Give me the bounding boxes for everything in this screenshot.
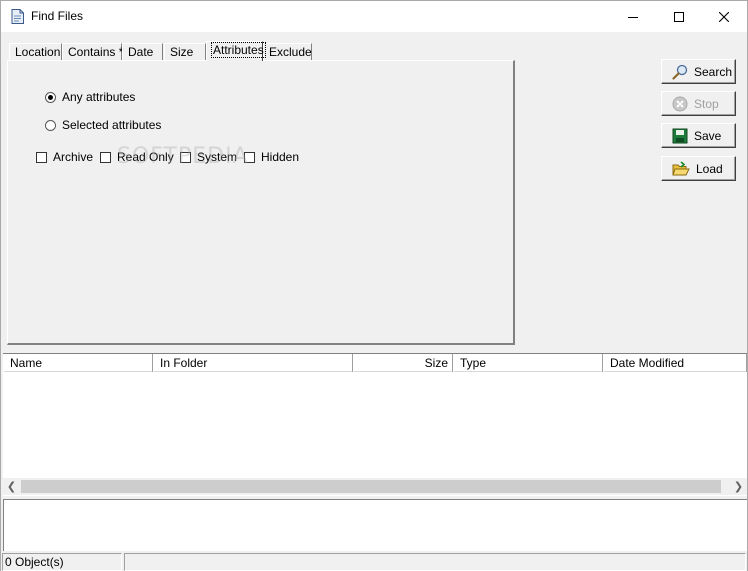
close-button[interactable] — [701, 1, 747, 32]
checkbox-box[interactable] — [244, 151, 255, 163]
stop-button-label: Stop — [694, 96, 719, 111]
system-checkbox[interactable]: System — [180, 150, 237, 164]
find-files-window: Find Files Location Contains * Date Size… — [0, 0, 748, 571]
details-pane[interactable] — [3, 499, 747, 551]
close-icon — [719, 11, 729, 22]
hidden-checkbox[interactable]: Hidden — [244, 150, 299, 164]
archive-label: Archive — [53, 150, 94, 164]
tab-size[interactable]: Size — [164, 43, 206, 61]
horizontal-scrollbar[interactable]: ❮ ❯ — [3, 478, 747, 495]
selected-attributes-label: Selected attributes — [62, 118, 162, 132]
system-label: System — [197, 150, 238, 164]
column-header-in-folder[interactable]: In Folder — [153, 354, 353, 372]
magnifier-icon — [672, 64, 688, 80]
tab-date[interactable]: Date — [122, 43, 163, 61]
radio-button-checked[interactable] — [45, 91, 56, 103]
column-header-name[interactable]: Name — [3, 354, 153, 372]
tab-exclude[interactable]: Exclude — [263, 43, 312, 61]
scroll-right-icon[interactable]: ❯ — [730, 478, 747, 495]
list-header: Name In Folder Size Type Date Modified — [3, 354, 747, 372]
tab-label: Contains * — [68, 45, 124, 59]
title-bar: Find Files — [1, 1, 747, 32]
tab-label: Exclude — [269, 45, 312, 59]
results-list[interactable]: Name In Folder Size Type Date Modified ❮… — [3, 353, 747, 496]
tab-contains[interactable]: Contains * — [62, 43, 124, 61]
tab-label: Date — [128, 45, 154, 59]
minimize-button[interactable] — [610, 1, 656, 32]
any-attributes-radio[interactable]: Any attributes — [45, 90, 135, 104]
maximize-icon — [674, 11, 684, 22]
read-only-label: Read Only — [117, 150, 174, 164]
attributes-panel: Any attributes Selected attributes Archi… — [7, 60, 515, 345]
radio-button[interactable] — [45, 119, 56, 131]
tab-location[interactable]: Location — [9, 43, 62, 61]
load-button-label: Load — [696, 161, 723, 176]
open-folder-icon — [672, 160, 690, 175]
column-header-size[interactable]: Size — [353, 354, 453, 372]
window-title: Find Files — [31, 9, 84, 23]
tab-label: Size — [170, 45, 194, 59]
archive-checkbox[interactable]: Archive — [36, 150, 93, 164]
minimize-icon — [628, 16, 638, 18]
checkbox-box[interactable] — [100, 151, 111, 163]
tab-label: Location — [15, 45, 61, 59]
tab-label: Attributes — [211, 42, 266, 58]
tab-attributes[interactable]: Attributes — [206, 41, 266, 61]
search-button[interactable]: Search — [661, 59, 736, 84]
status-bar: 0 Object(s) — [1, 552, 747, 571]
search-button-label: Search — [694, 64, 733, 79]
checkbox-box[interactable] — [36, 151, 47, 163]
hidden-label: Hidden — [261, 150, 300, 164]
object-count-status: 0 Object(s) — [2, 553, 122, 571]
stop-icon — [672, 96, 688, 111]
read-only-checkbox[interactable]: Read Only — [100, 150, 174, 164]
save-button-label: Save — [694, 128, 722, 143]
stop-button[interactable]: Stop — [661, 91, 736, 116]
floppy-disk-icon — [672, 128, 688, 143]
any-attributes-label: Any attributes — [62, 90, 136, 104]
save-button[interactable]: Save — [661, 123, 736, 148]
load-button[interactable]: Load — [661, 156, 736, 181]
app-document-icon — [11, 9, 24, 24]
status-panel — [124, 553, 746, 571]
checkbox-box[interactable] — [180, 151, 191, 163]
scrollbar-thumb[interactable] — [21, 480, 721, 493]
scroll-left-icon[interactable]: ❮ — [3, 478, 20, 495]
column-header-type[interactable]: Type — [453, 354, 603, 372]
maximize-button[interactable] — [656, 1, 702, 32]
selected-attributes-radio[interactable]: Selected attributes — [45, 118, 161, 132]
column-header-date-modified[interactable]: Date Modified — [603, 354, 747, 372]
